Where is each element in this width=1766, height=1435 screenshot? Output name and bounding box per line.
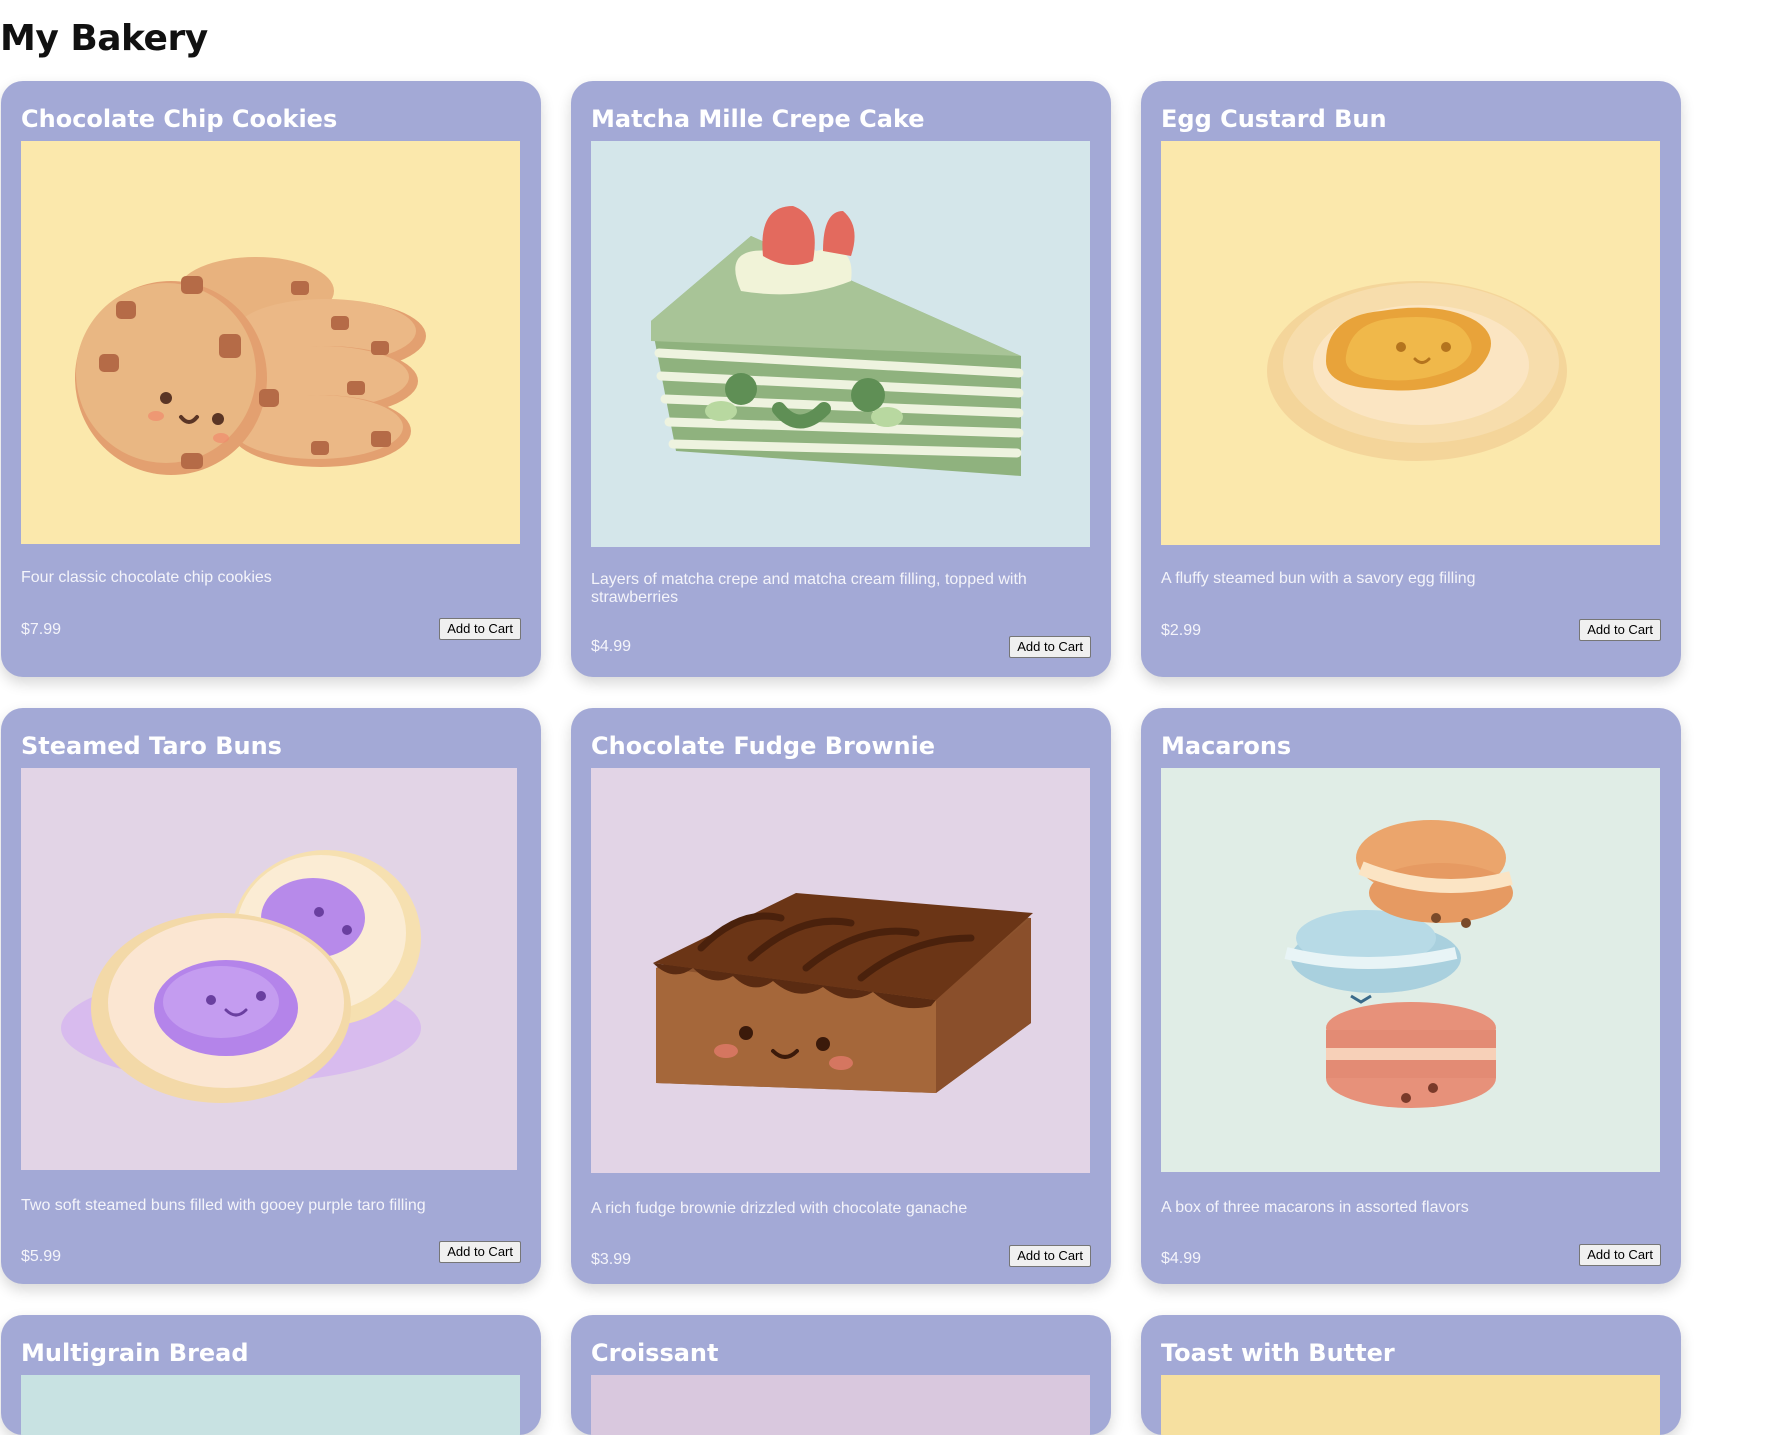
product-title: Chocolate Chip Cookies: [21, 105, 338, 133]
product-card-multigrain-bread: Multigrain Bread: [1, 1315, 541, 1435]
product-description: Two soft steamed buns filled with gooey …: [21, 1197, 426, 1214]
product-image-brownie: [591, 768, 1090, 1173]
product-price: $5.99: [21, 1248, 62, 1265]
product-price: $4.99: [1161, 1250, 1202, 1267]
product-description: A box of three macarons in assorted flav…: [1161, 1199, 1469, 1216]
product-title: Egg Custard Bun: [1161, 105, 1387, 133]
add-to-cart-button[interactable]: Add to Cart: [439, 618, 521, 640]
product-price: $2.99: [1161, 622, 1202, 639]
product-description: A rich fudge brownie drizzled with choco…: [591, 1200, 968, 1217]
add-to-cart-button[interactable]: Add to Cart: [1579, 619, 1661, 641]
product-description: Layers of matcha crepe and matcha cream …: [591, 571, 1027, 606]
product-card-macarons: Macarons A box of three macarons in asso…: [1141, 708, 1681, 1284]
product-price: $7.99: [21, 621, 62, 638]
product-image-bread: [21, 1375, 520, 1435]
product-description: Four classic chocolate chip cookies: [21, 569, 272, 586]
product-image-taro-buns: [21, 768, 517, 1170]
product-title: Macarons: [1161, 732, 1292, 760]
product-title: Matcha Mille Crepe Cake: [591, 105, 925, 133]
product-title: Steamed Taro Buns: [21, 732, 282, 760]
product-image-croissant: [591, 1375, 1090, 1435]
product-image-custard-bun: [1161, 141, 1660, 545]
add-to-cart-button[interactable]: Add to Cart: [439, 1241, 521, 1263]
product-image-macarons: [1161, 768, 1660, 1172]
product-title: Croissant: [591, 1339, 719, 1367]
product-title: Multigrain Bread: [21, 1339, 249, 1367]
add-to-cart-button[interactable]: Add to Cart: [1009, 636, 1091, 658]
product-image-crepe-cake: [591, 141, 1090, 547]
product-card-egg-custard-bun: Egg Custard Bun A fluffy steamed bun wit…: [1141, 81, 1681, 677]
product-title: Toast with Butter: [1161, 1339, 1395, 1367]
product-card-steamed-taro-buns: Steamed Taro Buns Two soft steamed buns …: [1, 708, 541, 1284]
product-card-matcha-mille-crepe-cake: Matcha Mille Crepe Cake Layers of matcha…: [571, 81, 1111, 677]
product-card-croissant: Croissant: [571, 1315, 1111, 1435]
product-card-chocolate-chip-cookies: Chocolate Chip Cookies Four classic choc…: [1, 81, 541, 677]
add-to-cart-button[interactable]: Add to Cart: [1579, 1244, 1661, 1266]
product-price: $4.99: [591, 638, 632, 655]
product-price: $3.99: [591, 1251, 632, 1268]
product-card-chocolate-fudge-brownie: Chocolate Fudge Brownie A rich fudge bro…: [571, 708, 1111, 1284]
product-image-toast: [1161, 1375, 1660, 1435]
add-to-cart-button[interactable]: Add to Cart: [1009, 1245, 1091, 1267]
product-image-cookies: [21, 141, 520, 544]
page-title: My Bakery: [0, 18, 208, 59]
product-title: Chocolate Fudge Brownie: [591, 732, 936, 760]
product-description: A fluffy steamed bun with a savory egg f…: [1161, 570, 1476, 587]
product-card-toast-with-butter: Toast with Butter: [1141, 1315, 1681, 1435]
